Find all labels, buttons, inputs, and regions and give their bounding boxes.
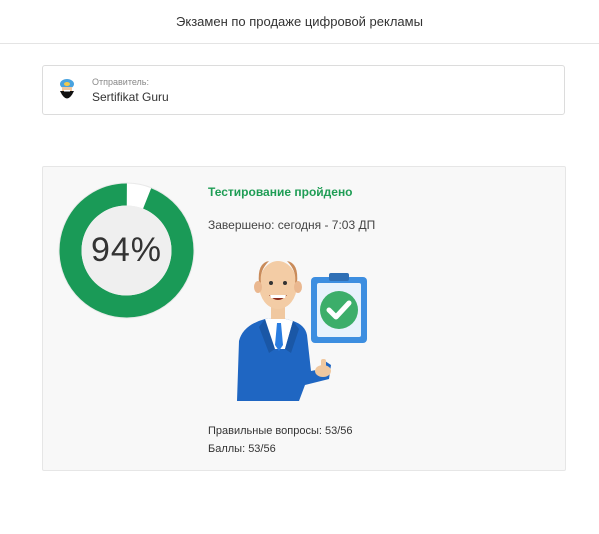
page-header: Экзамен по продаже цифровой рекламы (0, 0, 599, 44)
businessman-thumbs-up-checklist-icon (237, 261, 367, 401)
result-card: 94% Тестирование пройдено Завершено: сег… (42, 166, 566, 471)
points-score: Баллы: 53/56 (208, 443, 276, 455)
status-title: Тестирование пройдено (208, 185, 353, 199)
score-percentage: 94% (90, 231, 163, 269)
correct-questions: Правильные вопросы: 53/56 (208, 425, 353, 437)
sender-card: Отправитель: Sertifikat Guru (42, 65, 565, 115)
completed-timestamp: Завершено: сегодня - 7:03 ДП (208, 218, 376, 232)
sender-name: Sertifikat Guru (92, 90, 169, 104)
page-title: Экзамен по продаже цифровой рекламы (176, 14, 423, 29)
bearded-man-avatar-icon (60, 79, 74, 99)
sender-label: Отправитель: (92, 77, 149, 87)
